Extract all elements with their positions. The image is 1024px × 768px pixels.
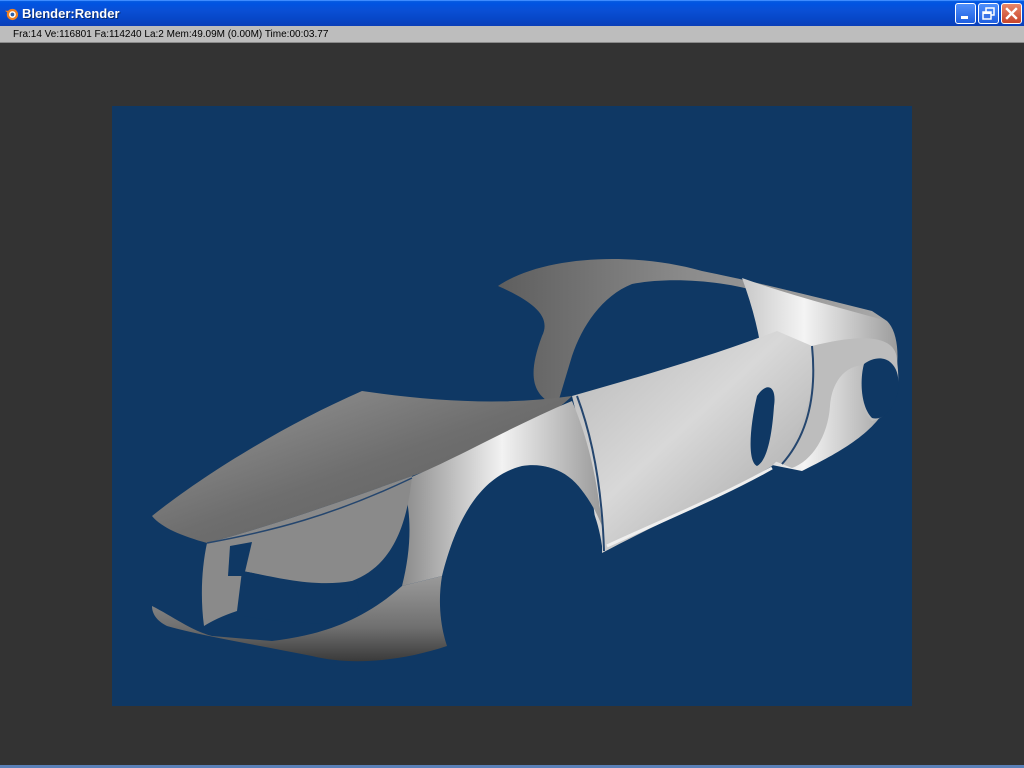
blender-logo-icon bbox=[4, 8, 19, 21]
render-status-bar: Fra:14 Ve:116801 Fa:114240 La:2 Mem:49.0… bbox=[0, 26, 1024, 43]
minimize-button[interactable] bbox=[955, 3, 976, 24]
window-title: Blender:Render bbox=[22, 6, 120, 21]
render-stats-text: Fra:14 Ve:116801 Fa:114240 La:2 Mem:49.0… bbox=[13, 29, 329, 40]
render-viewport[interactable] bbox=[0, 43, 1024, 765]
close-icon bbox=[1005, 7, 1018, 20]
close-button[interactable] bbox=[1001, 3, 1022, 24]
minimize-icon bbox=[961, 16, 968, 19]
car-body-render bbox=[152, 259, 899, 706]
restore-icon bbox=[982, 7, 995, 20]
render-result-image bbox=[112, 106, 912, 706]
restore-button[interactable] bbox=[978, 3, 999, 24]
window-titlebar[interactable]: Blender:Render bbox=[0, 0, 1024, 26]
